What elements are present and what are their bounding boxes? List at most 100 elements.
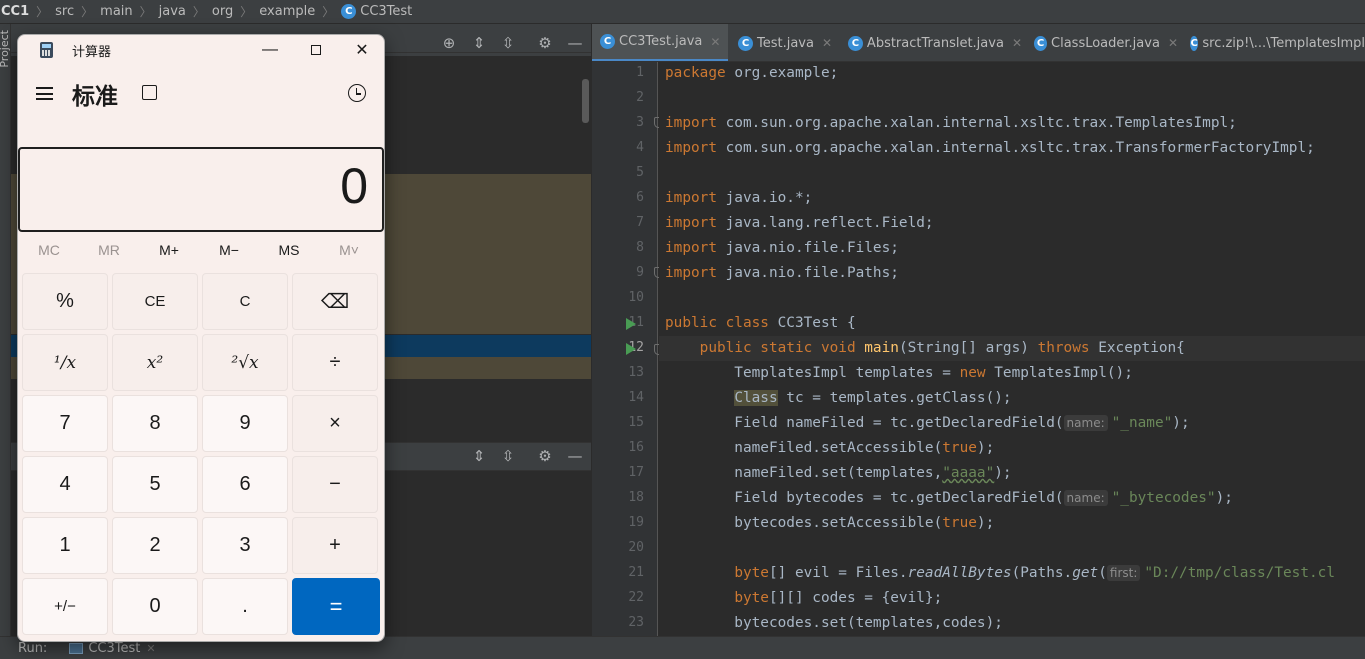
- breadcrumb-file-label: CC3Test: [360, 4, 413, 19]
- digit-2-button[interactable]: 2: [112, 517, 198, 574]
- code-text: );: [1172, 415, 1190, 431]
- percent-button[interactable]: %: [22, 273, 108, 330]
- code-text: CC3Test {: [768, 315, 856, 331]
- memory-add-button[interactable]: M+: [139, 242, 199, 258]
- memory-subtract-button[interactable]: M−: [199, 242, 259, 258]
- tree-scrollbar[interactable]: [582, 79, 589, 123]
- code-text: org.example;: [725, 65, 839, 81]
- memory-list-button[interactable]: M˅: [319, 242, 379, 258]
- tool-window-strip: Project: [0, 24, 11, 636]
- code-line: byte[] evil = Files.readAllBytes(Paths.g…: [665, 562, 1335, 587]
- line-number-current: 12: [628, 340, 644, 355]
- square-root-button[interactable]: ²√x: [202, 334, 288, 391]
- minimize-button[interactable]: —: [247, 35, 293, 65]
- close-icon[interactable]: ✕: [146, 642, 155, 655]
- class-icon: C: [341, 4, 357, 19]
- decimal-button[interactable]: .: [202, 578, 288, 635]
- code-line: public class CC3Test {: [665, 312, 856, 337]
- breadcrumb-separator: 〉: [322, 5, 335, 19]
- line-number: 11: [628, 315, 644, 330]
- calculator-title-bar[interactable]: 计算器 — ✕: [18, 35, 384, 65]
- expand-all-icon[interactable]: ⇕: [469, 33, 489, 53]
- keep-on-top-icon[interactable]: [142, 85, 157, 100]
- tab-templatesimpl[interactable]: C src.zip!\...\TemplatesImpl: [1182, 24, 1365, 61]
- keyword: byte: [734, 590, 769, 606]
- minimize-icon[interactable]: —: [565, 446, 585, 466]
- code-editor[interactable]: package org.example; import com.sun.org.…: [659, 62, 1365, 636]
- clear-entry-button[interactable]: CE: [112, 273, 198, 330]
- code-text: TemplatesImpl();: [985, 365, 1133, 381]
- add-button[interactable]: +: [292, 517, 378, 574]
- run-gutter-icon[interactable]: [626, 343, 636, 355]
- memory-store-button[interactable]: MS: [259, 242, 319, 258]
- minimize-icon[interactable]: —: [565, 33, 585, 53]
- line-number: 16: [628, 440, 644, 455]
- locate-icon[interactable]: ⊕: [439, 33, 459, 53]
- code-line: import java.lang.reflect.Field;: [665, 212, 934, 237]
- line-number: 1: [636, 65, 644, 80]
- code-text: );: [976, 440, 995, 456]
- tab-label: CC3Test.java: [619, 34, 703, 49]
- digit-0-button[interactable]: 0: [112, 578, 198, 635]
- equals-button[interactable]: =: [292, 578, 380, 635]
- highlighted-identifier: Class: [734, 390, 778, 406]
- parameter-hint: name:: [1063, 490, 1108, 506]
- breadcrumb-file[interactable]: C CC3Test: [338, 4, 415, 19]
- code-text: java.lang.reflect.Field;: [716, 215, 934, 231]
- close-icon[interactable]: ✕: [1012, 36, 1022, 50]
- memory-recall-button[interactable]: MR: [79, 242, 139, 258]
- run-config-tab[interactable]: CC3Test ✕: [69, 641, 156, 656]
- digit-6-button[interactable]: 6: [202, 456, 288, 513]
- close-button[interactable]: ✕: [339, 35, 384, 65]
- digit-9-button[interactable]: 9: [202, 395, 288, 452]
- digit-8-button[interactable]: 8: [112, 395, 198, 452]
- hamburger-menu-icon[interactable]: [36, 87, 53, 100]
- breadcrumb-item-src[interactable]: src: [52, 4, 77, 19]
- tab-classloader[interactable]: C ClassLoader.java ✕: [1026, 24, 1178, 61]
- square-button[interactable]: x²: [112, 334, 198, 391]
- project-tool-window-tab[interactable]: Project: [0, 30, 11, 68]
- gear-icon[interactable]: ⚙: [535, 33, 555, 53]
- expand-all-icon[interactable]: ⇕: [469, 446, 489, 466]
- digit-3-button[interactable]: 3: [202, 517, 288, 574]
- maximize-button[interactable]: [293, 35, 339, 65]
- breadcrumb-item-java[interactable]: java: [156, 4, 189, 19]
- display-value: 0: [340, 158, 368, 214]
- digit-7-button[interactable]: 7: [22, 395, 108, 452]
- tab-abstracttranslet[interactable]: C AbstractTranslet.java ✕: [840, 24, 1022, 61]
- digit-4-button[interactable]: 4: [22, 456, 108, 513]
- calculator-window: 计算器 — ✕ 标准 0 MC MR M+ M− MS M˅ % CE C ⌫ …: [17, 34, 385, 642]
- history-icon[interactable]: [348, 84, 366, 102]
- breadcrumb-item-main[interactable]: main: [97, 4, 135, 19]
- code-line: Class tc = templates.getClass();: [665, 387, 1012, 412]
- tab-test[interactable]: C Test.java ✕: [730, 24, 836, 61]
- gear-icon[interactable]: ⚙: [535, 446, 555, 466]
- divide-button[interactable]: ÷: [292, 334, 378, 391]
- digit-1-button[interactable]: 1: [22, 517, 108, 574]
- close-icon[interactable]: ✕: [1168, 36, 1178, 50]
- close-icon[interactable]: ✕: [822, 36, 832, 50]
- collapse-all-icon[interactable]: ⇳: [498, 446, 518, 466]
- calculator-display: 0: [18, 147, 384, 232]
- collapse-all-icon[interactable]: ⇳: [498, 33, 518, 53]
- subtract-button[interactable]: −: [292, 456, 378, 513]
- code-line: Field nameFiled = tc.getDeclaredField(na…: [665, 412, 1190, 437]
- run-gutter-icon[interactable]: [626, 318, 636, 330]
- clear-button[interactable]: C: [202, 273, 288, 330]
- backspace-button[interactable]: ⌫: [292, 273, 378, 330]
- memory-clear-button[interactable]: MC: [19, 242, 79, 258]
- digit-5-button[interactable]: 5: [112, 456, 198, 513]
- breadcrumb-item-example[interactable]: example: [256, 4, 318, 19]
- tab-cc3test[interactable]: C CC3Test.java ✕: [592, 24, 728, 61]
- close-icon[interactable]: ✕: [710, 35, 720, 49]
- breadcrumb-item-org[interactable]: org: [209, 4, 236, 19]
- negate-button[interactable]: +/−: [22, 578, 108, 635]
- code-line: import java.nio.file.Paths;: [665, 262, 899, 287]
- reciprocal-button[interactable]: ¹/x: [22, 334, 108, 391]
- breadcrumb-project[interactable]: CC1: [0, 4, 32, 19]
- code-line: import java.io.*;: [665, 187, 812, 212]
- multiply-button[interactable]: ×: [292, 395, 378, 452]
- editor-gutter[interactable]: 1 2 3 4 5 6 7 8 9 10 11 12 13 14 15 16 1…: [592, 62, 663, 636]
